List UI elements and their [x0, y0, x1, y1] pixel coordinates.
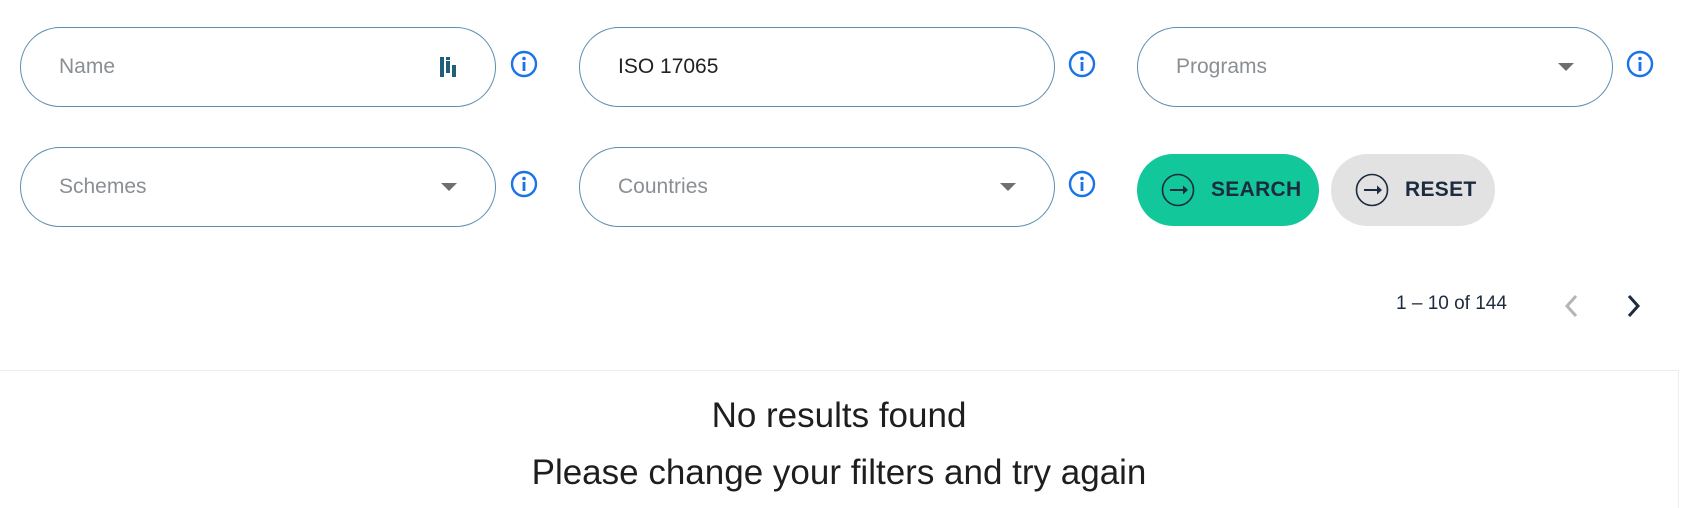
results-panel: No results found Please change your filt… — [0, 370, 1679, 508]
countries-info-icon[interactable] — [1068, 170, 1096, 198]
previous-page-button[interactable] — [1557, 291, 1587, 321]
empty-results-title: No results found — [711, 396, 967, 435]
standard-input[interactable]: ISO 17065 — [579, 27, 1055, 107]
empty-results-hint: Please change your filters and try again — [531, 453, 1147, 492]
countries-select-placeholder: Countries — [618, 175, 708, 198]
chevron-down-icon — [1558, 63, 1574, 71]
standard-input-value: ISO 17065 — [618, 55, 719, 78]
schemes-select[interactable]: Schemes — [20, 147, 496, 227]
standard-info-icon[interactable] — [1068, 50, 1096, 78]
programs-info-icon[interactable] — [1626, 50, 1654, 78]
search-button[interactable]: SEARCH — [1137, 154, 1319, 226]
name-input[interactable]: Name — [20, 27, 496, 107]
pagination-range: 1 – 10 of 144 — [1396, 293, 1507, 314]
countries-select[interactable]: Countries — [579, 147, 1055, 227]
chevron-down-icon — [441, 183, 457, 191]
name-input-placeholder: Name — [59, 55, 116, 78]
password-manager-icon[interactable] — [439, 55, 457, 79]
arrow-right-circle-icon — [1355, 173, 1389, 207]
search-page: Name ISO 17065 Programs Schemes Countrie… — [0, 0, 1684, 508]
reset-button[interactable]: RESET — [1331, 154, 1495, 226]
schemes-select-placeholder: Schemes — [59, 175, 147, 198]
programs-select[interactable]: Programs — [1137, 27, 1613, 107]
programs-select-placeholder: Programs — [1176, 55, 1268, 78]
name-info-icon[interactable] — [510, 50, 538, 78]
search-button-label: SEARCH — [1211, 178, 1302, 201]
arrow-right-circle-icon — [1161, 173, 1195, 207]
chevron-down-icon — [1000, 183, 1016, 191]
schemes-info-icon[interactable] — [510, 170, 538, 198]
reset-button-label: RESET — [1405, 178, 1477, 201]
next-page-button[interactable] — [1618, 291, 1648, 321]
